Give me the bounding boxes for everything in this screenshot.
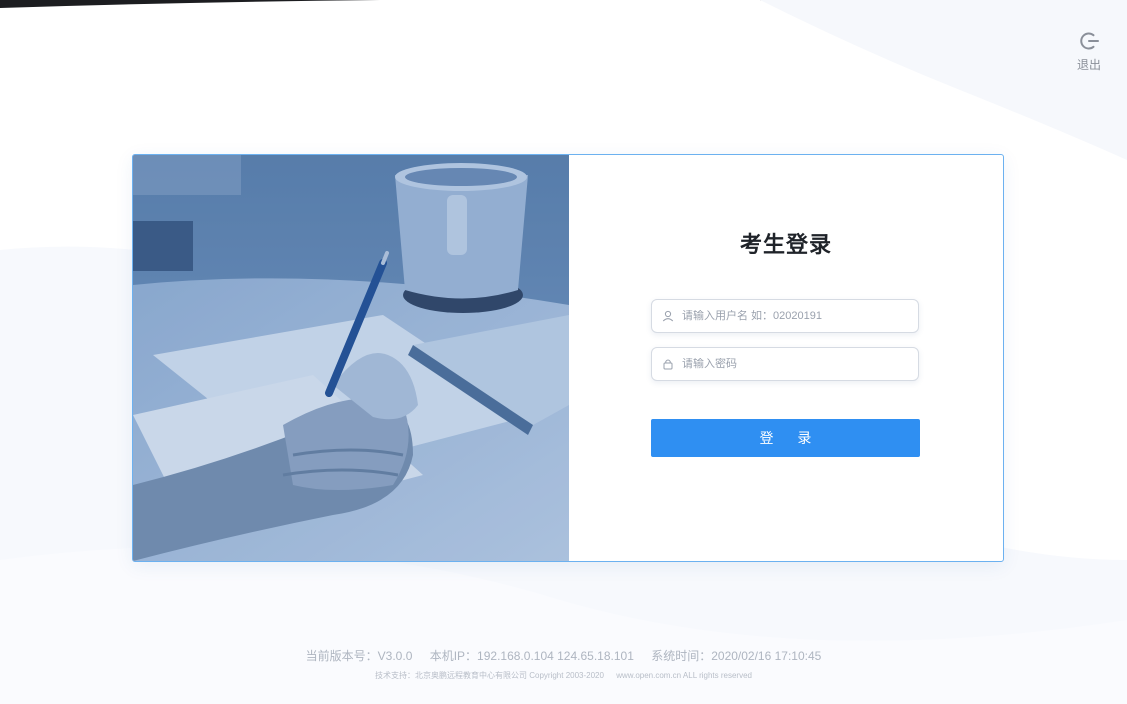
logout-button[interactable]: 退出 bbox=[1069, 30, 1109, 73]
login-button[interactable]: 登 录 bbox=[651, 419, 920, 457]
ip-text: 本机IP：192.168.0.104 124.65.18.101 bbox=[429, 649, 634, 663]
login-form: 考生登录 登 录 bbox=[569, 155, 1003, 561]
system-time-text: 系统时间：2020/02/16 17:10:45 bbox=[651, 649, 822, 663]
login-card: 考生登录 登 录 bbox=[132, 154, 1004, 562]
login-title: 考生登录 bbox=[739, 232, 832, 257]
password-field[interactable] bbox=[651, 347, 919, 381]
site-link[interactable]: www.open.com.cn ALL rights reserved bbox=[616, 671, 752, 680]
password-input[interactable] bbox=[682, 358, 902, 370]
username-input[interactable] bbox=[682, 310, 902, 322]
power-off-icon bbox=[1080, 32, 1099, 50]
footer-info: 当前版本号：V3.0.0 本机IP：192.168.0.104 124.65.1… bbox=[0, 647, 1127, 664]
footer-copyright: 技术支持：北京奥鹏远程教育中心有限公司 Copyright 2003-2020 … bbox=[0, 670, 1127, 681]
user-icon bbox=[662, 310, 674, 322]
username-field[interactable] bbox=[651, 299, 919, 333]
lock-icon bbox=[663, 359, 673, 370]
version-text: 当前版本号：V3.0.0 bbox=[305, 649, 413, 663]
support-text: 技术支持：北京奥鹏远程教育中心有限公司 Copyright 2003-2020 bbox=[375, 671, 604, 680]
writing-photo bbox=[133, 155, 569, 561]
logout-label: 退出 bbox=[1076, 58, 1101, 72]
